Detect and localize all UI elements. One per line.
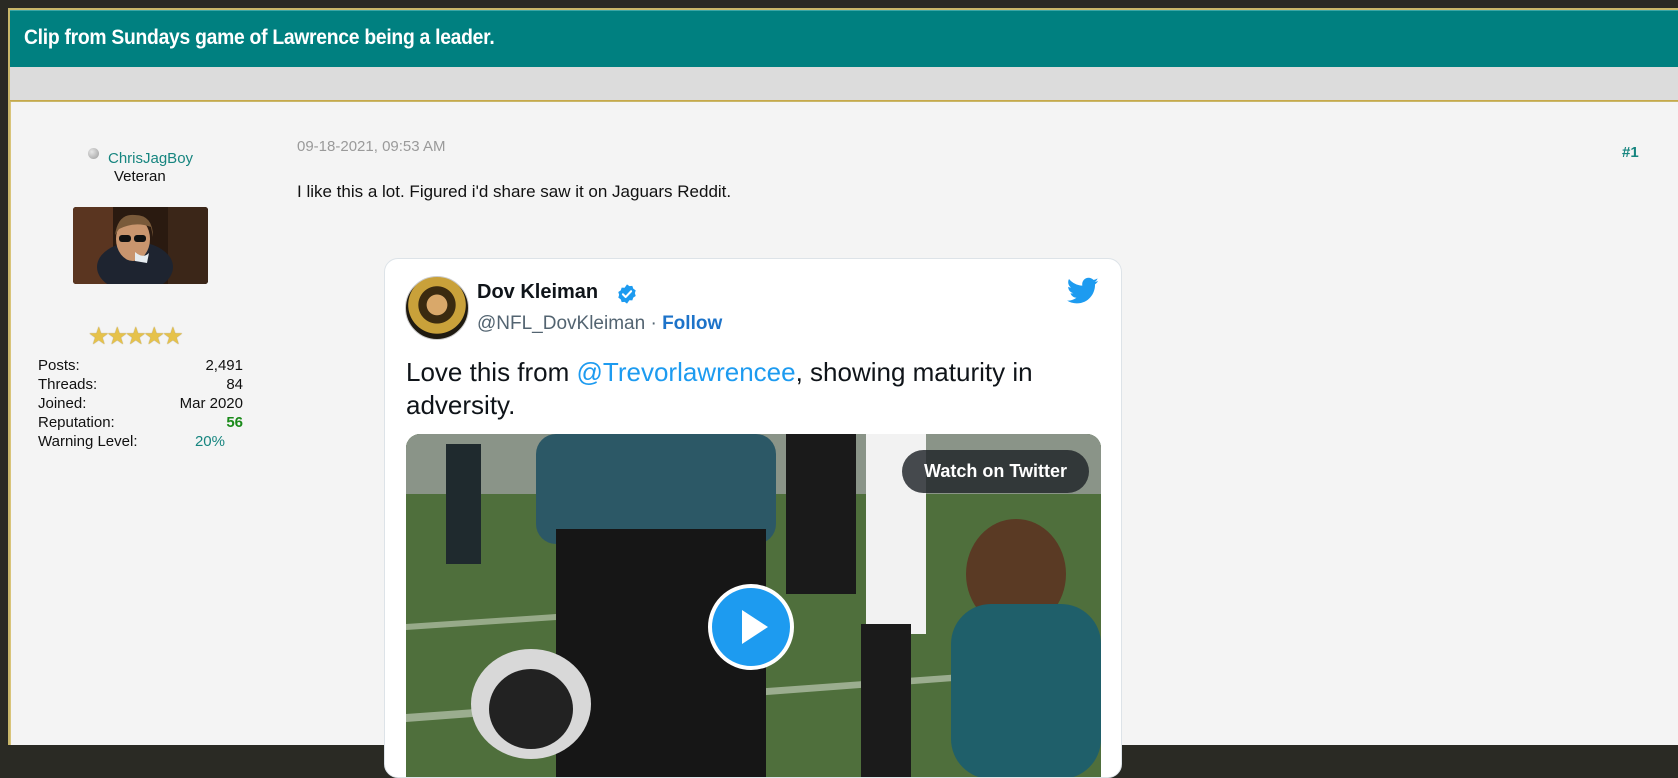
twitter-bird-icon[interactable] <box>1067 277 1099 305</box>
stat-label: Threads: <box>38 376 98 393</box>
warning-level-link[interactable]: 20% <box>195 433 225 450</box>
post-container: ChrisJagBoy Veteran ★★★★★ Posts: 2,491 T… <box>10 102 1678 778</box>
thread-header: Clip from Sundays game of Lawrence being… <box>10 10 1678 67</box>
verified-badge-icon <box>618 284 636 304</box>
tweet-author-name[interactable]: Dov Kleiman <box>477 281 598 304</box>
rank-stars: ★★★★★ <box>88 323 184 350</box>
watch-on-twitter-button[interactable]: Watch on Twitter <box>902 450 1089 493</box>
thread-toolbar <box>10 67 1678 101</box>
stat-value: 2,491 <box>205 357 243 374</box>
stat-warning-level: Warning Level: 20% <box>38 433 243 452</box>
stat-label: Joined: <box>38 395 87 412</box>
stat-threads: Threads: 84 <box>38 376 243 395</box>
stat-label: Reputation: <box>38 414 115 431</box>
thread-title: Clip from Sundays game of Lawrence being… <box>24 26 495 49</box>
tweet-handle[interactable]: @NFL_DovKleiman <box>477 313 645 334</box>
tweet-text: Love this from @Trevorlawrencee, showing… <box>406 356 1086 422</box>
stat-label: Warning Level: <box>38 433 138 450</box>
avatar-image <box>73 207 208 284</box>
stat-value: 84 <box>226 376 243 393</box>
username-link[interactable]: ChrisJagBoy <box>108 150 193 167</box>
stat-joined: Joined: Mar 2020 <box>38 395 243 414</box>
stat-value: Mar 2020 <box>179 395 243 412</box>
stat-reputation: Reputation: 56 <box>38 414 243 433</box>
tweet-video[interactable]: Watch on Twitter <box>406 434 1101 777</box>
stat-label: Posts: <box>38 357 80 374</box>
follow-button[interactable]: Follow <box>662 313 722 334</box>
avatar[interactable] <box>73 207 208 284</box>
tweet-text-start: Love this from <box>406 357 577 387</box>
play-button[interactable] <box>708 584 794 670</box>
offline-status-icon <box>88 148 99 159</box>
tweet-separator: · <box>650 313 657 334</box>
tweet-handle-line: @NFL_DovKleiman · Follow <box>477 313 722 335</box>
post-date: 09-18-2021, 09:53 AM <box>297 138 446 155</box>
stat-posts: Posts: 2,491 <box>38 357 243 376</box>
post-number-link[interactable]: #1 <box>1622 144 1639 161</box>
reputation-value: 56 <box>226 414 243 431</box>
user-title: Veteran <box>114 168 166 185</box>
tweet-mention-link[interactable]: @Trevorlawrencee <box>577 357 796 387</box>
tweet-embed[interactable]: Dov Kleiman @NFL_DovKleiman · Follow Lov… <box>384 258 1122 778</box>
play-icon <box>742 610 768 644</box>
post-body: I like this a lot. Figured i'd share saw… <box>297 182 732 201</box>
user-stats: Posts: 2,491 Threads: 84 Joined: Mar 202… <box>38 357 243 452</box>
tweet-author-avatar[interactable] <box>405 276 469 340</box>
